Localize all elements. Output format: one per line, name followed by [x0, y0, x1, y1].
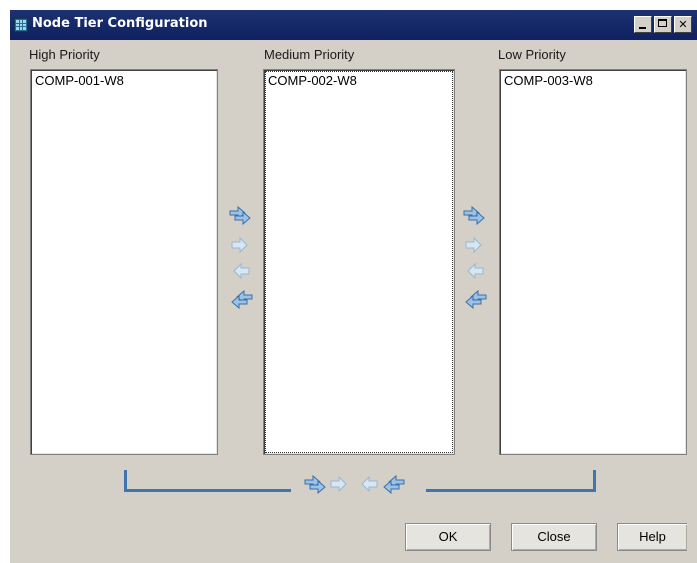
window-title: Node Tier Configuration: [32, 16, 208, 31]
high-priority-label: High Priority: [29, 47, 100, 62]
high-priority-list[interactable]: COMP-001-W8: [30, 69, 218, 455]
low-priority-list[interactable]: COMP-003-W8: [499, 69, 687, 455]
minimize-button[interactable]: [634, 16, 652, 33]
close-icon: ✕: [678, 18, 688, 31]
move-all-right-icon: [463, 205, 485, 225]
move-all-right-button[interactable]: [462, 205, 488, 225]
move-left-icon: [467, 262, 484, 280]
move-left-button[interactable]: [356, 474, 382, 493]
app-grid-icon: [14, 18, 28, 32]
move-all-right-icon: [229, 205, 251, 225]
medium-priority-label: Medium Priority: [264, 47, 355, 62]
move-left-button[interactable]: [228, 261, 254, 280]
move-all-left-icon: [465, 289, 487, 309]
transfer-controls-high-low: [283, 474, 406, 494]
move-all-left-button[interactable]: [462, 289, 488, 309]
move-all-left-icon: [231, 289, 253, 309]
transfer-controls-medium-low: [462, 205, 488, 315]
maximize-icon: [658, 19, 667, 27]
list-item[interactable]: COMP-001-W8: [35, 73, 124, 88]
move-right-button[interactable]: [327, 474, 353, 493]
medium-priority-list[interactable]: COMP-002-W8: [263, 69, 455, 455]
move-right-button[interactable]: [462, 235, 488, 254]
list-item[interactable]: COMP-002-W8: [268, 73, 357, 88]
move-right-button[interactable]: [228, 235, 254, 254]
help-button[interactable]: Help: [617, 523, 687, 551]
close-window-button[interactable]: ✕: [674, 16, 692, 33]
move-all-left-button[interactable]: [228, 289, 254, 309]
move-all-right-button[interactable]: [303, 474, 329, 494]
close-button[interactable]: Close: [511, 523, 597, 551]
move-right-icon: [330, 475, 347, 493]
move-left-button[interactable]: [462, 261, 488, 280]
move-all-right-icon: [304, 474, 326, 494]
minimize-icon: [639, 27, 646, 29]
move-left-icon: [361, 475, 378, 493]
ok-button[interactable]: OK: [405, 523, 491, 551]
list-item[interactable]: COMP-003-W8: [504, 73, 593, 88]
low-priority-label: Low Priority: [498, 47, 566, 62]
move-all-right-button[interactable]: [228, 205, 254, 225]
move-right-icon: [465, 236, 482, 254]
move-all-left-button[interactable]: [380, 474, 406, 494]
move-all-left-icon: [383, 474, 405, 494]
transfer-controls-high-medium: [228, 205, 254, 315]
maximize-button[interactable]: [654, 16, 672, 33]
move-right-icon: [231, 236, 248, 254]
title-bar[interactable]: Node Tier Configuration ✕: [10, 10, 697, 40]
move-left-icon: [233, 262, 250, 280]
